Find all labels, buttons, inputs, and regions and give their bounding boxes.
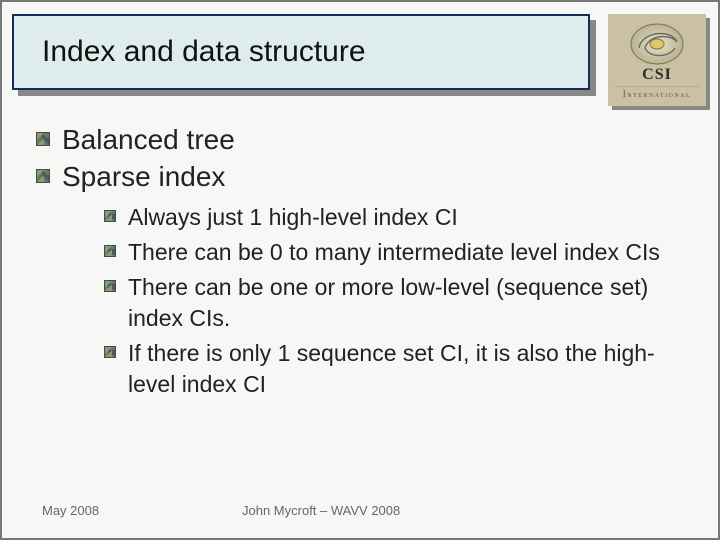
footer: May 2008 John Mycroft – WAVV 2008 [42, 503, 678, 518]
bullet-text: If there is only 1 sequence set CI, it i… [128, 340, 655, 397]
list-item: Always just 1 high-level index CI [104, 202, 684, 233]
bullet-text: Always just 1 high-level index CI [128, 204, 458, 230]
list-item: If there is only 1 sequence set CI, it i… [104, 338, 684, 400]
footer-author: John Mycroft – WAVV 2008 [242, 503, 400, 518]
bullet-list-level2: Always just 1 high-level index CI There … [62, 202, 684, 400]
logo-card: CSI International [608, 14, 706, 106]
bullet-text: There can be one or more low-level (sequ… [128, 274, 648, 331]
content-area: Balanced tree Sparse index Always just 1… [36, 122, 684, 404]
csi-swirl-icon [627, 18, 687, 68]
list-item: There can be 0 to many intermediate leve… [104, 237, 684, 268]
list-item: Balanced tree [36, 122, 684, 157]
title-box: Index and data structure [12, 14, 590, 90]
slide: Index and data structure CSI Internation… [0, 0, 720, 540]
title-bar: Index and data structure CSI Internation… [12, 14, 712, 90]
bullet-text: There can be 0 to many intermediate leve… [128, 239, 660, 265]
slide-title: Index and data structure [42, 35, 366, 69]
list-item: There can be one or more low-level (sequ… [104, 272, 684, 334]
logo-text-line2: International [615, 86, 699, 99]
bullet-text: Sparse index [62, 161, 225, 192]
footer-date: May 2008 [42, 503, 242, 518]
list-item: Sparse index Always just 1 high-level in… [36, 159, 684, 400]
bullet-list-level1: Balanced tree Sparse index Always just 1… [36, 122, 684, 400]
logo-text-line1: CSI [642, 66, 672, 84]
bullet-text: Balanced tree [62, 124, 235, 155]
